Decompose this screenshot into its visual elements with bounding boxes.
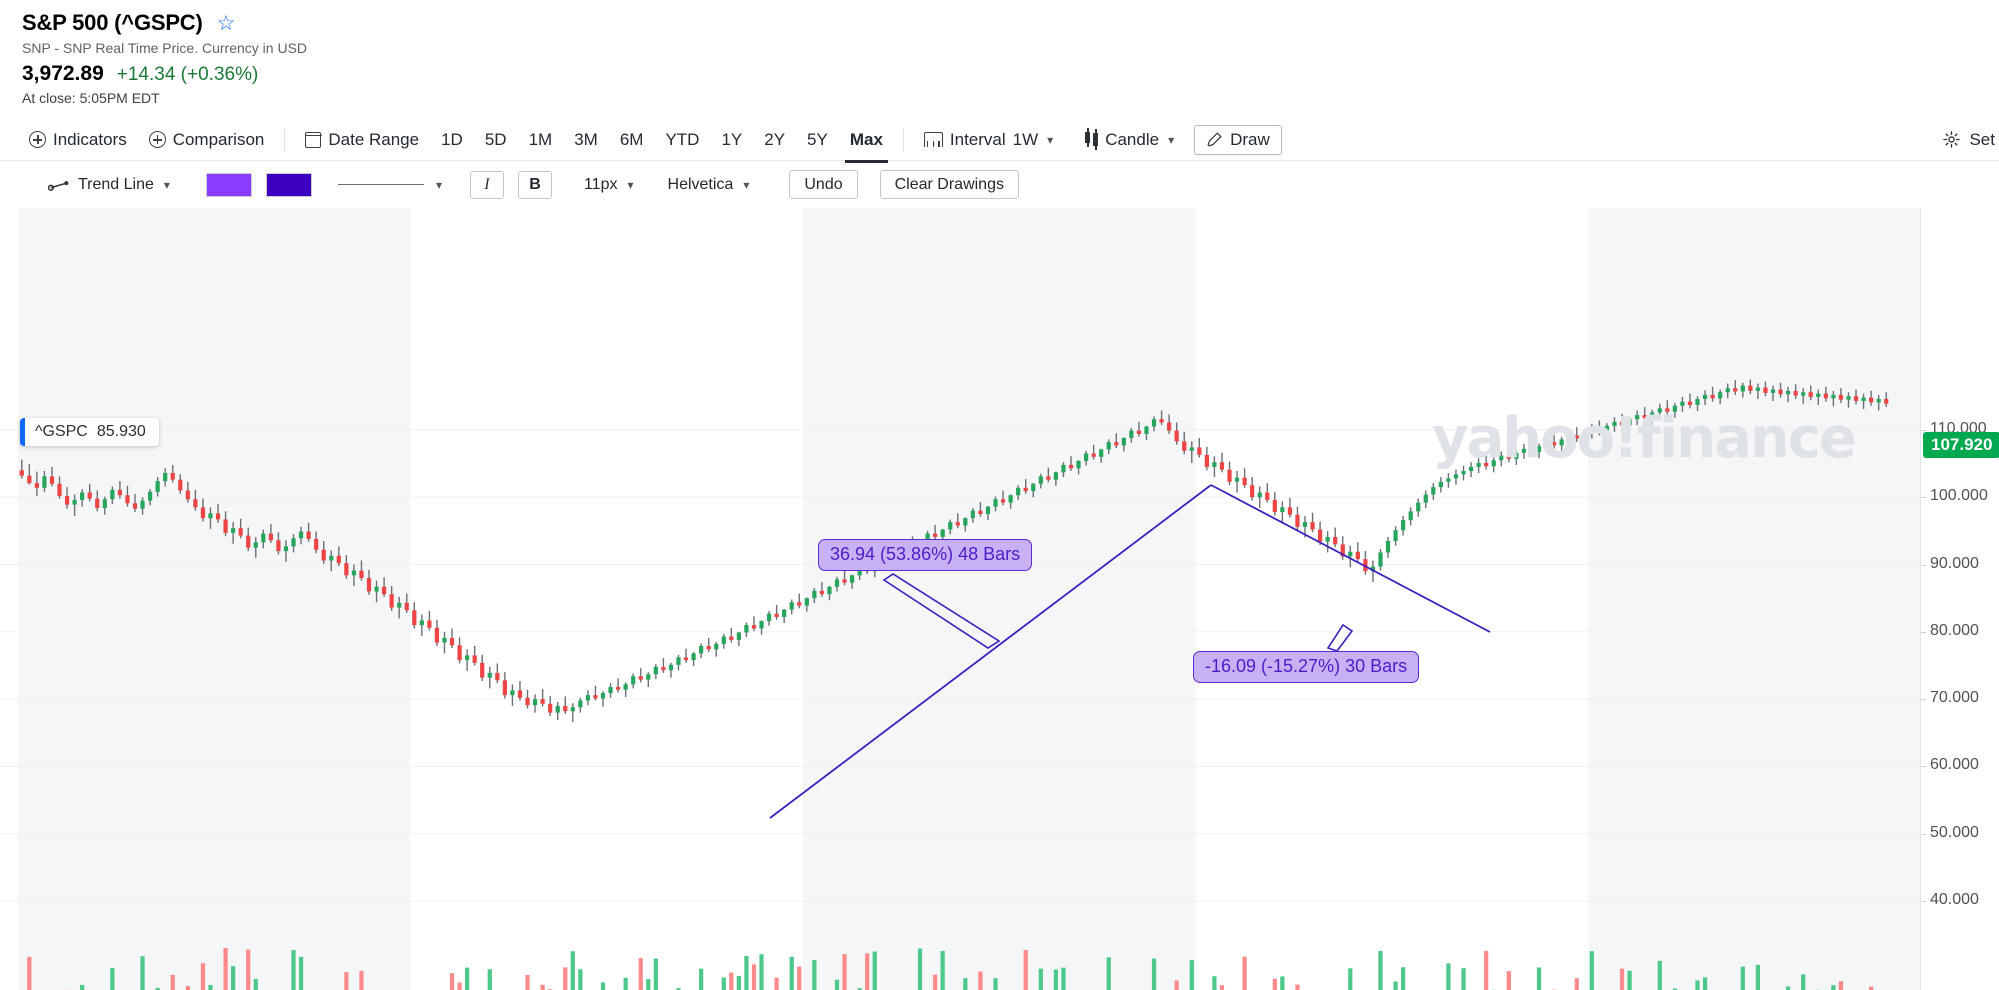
- uptrend-measurement-label[interactable]: 36.94 (53.86%) 48 Bars: [818, 539, 1033, 571]
- chevron-down-icon: ▾: [743, 177, 750, 192]
- price-axis-label: 50.000: [1930, 823, 1979, 841]
- calendar-icon: [304, 131, 322, 148]
- range-button-3m[interactable]: 3M: [563, 128, 609, 152]
- comparison-label: Comparison: [172, 129, 265, 149]
- italic-button[interactable]: I: [469, 170, 504, 199]
- legend-value: 85.930: [96, 423, 146, 440]
- gear-icon: [1943, 131, 1961, 148]
- quote-title-row: S&P 500 (^GSPC) ☆: [22, 10, 1999, 36]
- line-style-preview: [337, 183, 424, 186]
- legend-symbol: ^GSPC: [35, 423, 88, 440]
- font-family-selector[interactable]: Helvetica ▾: [658, 176, 760, 194]
- indicators-button[interactable]: Indicators: [18, 130, 138, 150]
- chevron-down-icon: ▾: [1168, 132, 1175, 147]
- last-price-badge: 107.920: [1923, 431, 1999, 458]
- interval-icon: [923, 132, 943, 147]
- chart-type-selector[interactable]: Candle ▾: [1074, 128, 1185, 150]
- indicators-label: Indicators: [53, 129, 127, 149]
- price-axis-tick: [1921, 833, 1926, 835]
- draw-button[interactable]: Draw: [1194, 124, 1282, 155]
- draw-label: Draw: [1230, 129, 1270, 149]
- font-size-selector[interactable]: 11px ▾: [574, 176, 644, 194]
- candle-icon: [1085, 128, 1099, 150]
- range-button-1d[interactable]: 1D: [430, 128, 474, 152]
- chevron-down-icon: ▾: [163, 177, 170, 192]
- chevron-down-icon: ▾: [1047, 132, 1054, 147]
- plus-circle-icon: [29, 131, 46, 148]
- settings-label: Set: [1969, 129, 1995, 149]
- range-button-ytd[interactable]: YTD: [654, 128, 710, 152]
- trend-line-label: Trend Line: [78, 175, 154, 193]
- clear-drawings-button[interactable]: Clear Drawings: [879, 170, 1019, 199]
- price-axis-tick: [1921, 497, 1926, 499]
- font-family-value: Helvetica: [667, 175, 734, 193]
- price-axis-label: 70.000: [1930, 689, 1979, 707]
- price-axis-tick: [1921, 429, 1926, 431]
- range-button-5d[interactable]: 5D: [474, 128, 518, 152]
- candlestick-svg: [0, 208, 1920, 990]
- price-axis-label: 60.000: [1930, 756, 1979, 774]
- trend-line-tool-selector[interactable]: Trend Line ▾: [38, 176, 180, 194]
- price-axis-tick: [1921, 564, 1926, 566]
- font-size-value: 11px: [583, 175, 618, 193]
- quote-subtitle: SNP - SNP Real Time Price. Currency in U…: [22, 40, 308, 56]
- chevron-down-icon: ▾: [435, 177, 442, 192]
- settings-button[interactable]: Set: [1942, 119, 1999, 160]
- price-axis-label: 100.000: [1930, 487, 1988, 505]
- interval-value: 1W: [1012, 129, 1039, 149]
- quote-price: 3,972.89: [22, 62, 104, 85]
- legend-text: ^GSPC 85.930: [25, 418, 159, 446]
- quote-header: S&P 500 (^GSPC) ☆ SNP - SNP Real Time Pr…: [0, 0, 1999, 106]
- undo-button[interactable]: Undo: [789, 170, 858, 199]
- quote-price-row: 3,972.89 +14.34 (+0.36%): [22, 62, 1999, 86]
- downtrend-measurement-label[interactable]: -16.09 (-15.27%) 30 Bars: [1193, 651, 1420, 683]
- chart-type-label: Candle: [1105, 129, 1160, 149]
- date-range-button[interactable]: Date Range: [294, 130, 430, 150]
- price-axis-tick: [1921, 901, 1926, 903]
- toolbar-divider: [284, 127, 286, 152]
- comparison-button[interactable]: Comparison: [138, 130, 276, 150]
- range-button-2y[interactable]: 2Y: [753, 128, 796, 152]
- bold-button[interactable]: B: [517, 170, 552, 199]
- range-button-1m[interactable]: 1M: [518, 128, 564, 152]
- price-axis[interactable]: 110.000 100.000 90.000 80.000 70.000 60.000 50…: [1920, 208, 1999, 990]
- range-button-5y[interactable]: 5Y: [796, 128, 839, 152]
- toolbar-divider: [902, 127, 904, 152]
- price-axis-label: 80.000: [1930, 621, 1979, 639]
- trend-line-icon: [48, 180, 69, 191]
- price-axis-tick: [1921, 766, 1926, 768]
- date-range-label: Date Range: [328, 129, 420, 149]
- chart-area[interactable]: yahoo!finance ^GSPC 85.930 36.94 (53.86%…: [0, 208, 1999, 990]
- range-button-1y[interactable]: 1Y: [710, 128, 753, 152]
- drawing-toolbar: Trend Line ▾ ▾ I B 11px ▾ Helvetica ▾ Un…: [0, 161, 1999, 208]
- primary-color-swatch[interactable]: [205, 172, 252, 197]
- quote-change: +14.34 (+0.36%): [116, 64, 259, 85]
- price-axis-tick: [1921, 699, 1926, 701]
- price-axis-label: 40.000: [1930, 891, 1979, 909]
- plus-circle-icon: [148, 131, 166, 148]
- pencil-icon: [1207, 132, 1222, 147]
- page-title: S&P 500 (^GSPC): [22, 10, 203, 35]
- interval-selector[interactable]: Interval 1W ▾: [913, 130, 1064, 150]
- line-style-selector[interactable]: ▾: [337, 177, 442, 192]
- price-axis-tick: [1921, 631, 1926, 633]
- chart-legend[interactable]: ^GSPC 85.930: [20, 418, 159, 446]
- price-axis-label: 90.000: [1930, 554, 1979, 572]
- range-button-6m[interactable]: 6M: [609, 128, 655, 152]
- range-button-max[interactable]: Max: [839, 128, 894, 163]
- chart-plot[interactable]: [0, 208, 1920, 990]
- chart-toolbar: Indicators Comparison Date Range 1D 5D 1…: [0, 119, 1999, 163]
- secondary-color-swatch[interactable]: [265, 172, 312, 197]
- star-icon[interactable]: ☆: [217, 13, 236, 34]
- interval-label: Interval: [949, 129, 1006, 149]
- quote-timestamp: At close: 5:05PM EDT: [22, 90, 160, 106]
- chevron-down-icon: ▾: [627, 177, 634, 192]
